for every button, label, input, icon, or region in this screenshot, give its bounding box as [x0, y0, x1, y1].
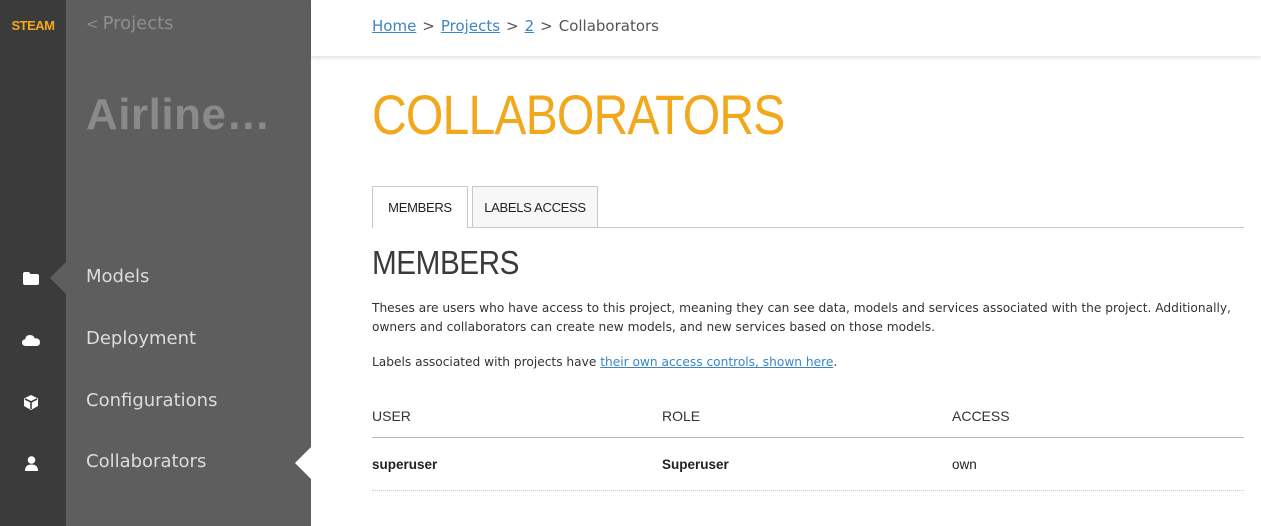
labels-note: Labels associated with projects have the… — [372, 353, 1252, 372]
chevron-left-icon: < — [86, 15, 99, 33]
section-title: MEMBERS — [372, 244, 520, 281]
members-description: Theses are users who have access to this… — [372, 301, 1231, 334]
labels-note-suffix: . — [833, 355, 838, 369]
project-name: AirlineDa... — [86, 90, 301, 139]
members-table: USER ROLE ACCESS superuser Superuser own — [372, 395, 1244, 491]
user-cell: superuser — [372, 457, 438, 472]
labels-note-prefix: Labels associated with projects have — [372, 355, 601, 369]
sidebar-item-label: Configurations — [86, 390, 218, 411]
breadcrumb-projects-link[interactable]: Projects — [441, 17, 500, 35]
breadcrumb-separator: > — [506, 17, 519, 35]
active-indicator-right — [295, 447, 311, 479]
main-content: Home > Projects >2 > Collaborators COLLABORAT… — [311, 0, 1261, 526]
breadcrumb: Home > Projects >2 > Collaborators — [372, 17, 659, 35]
active-indicator-left — [50, 262, 66, 294]
back-link-label: Projects — [102, 13, 174, 34]
cube-icon — [22, 393, 40, 411]
column-header-access: ACCESS — [952, 408, 1010, 424]
sidebar-item-configurations[interactable]: Configurations — [0, 376, 311, 428]
tab-bar: MEMBERS LABELS ACCESS — [372, 186, 1244, 228]
column-header-user: USER — [372, 408, 411, 424]
user-icon — [22, 454, 40, 472]
table-header: USER ROLE ACCESS — [372, 395, 1244, 438]
tab-members[interactable]: MEMBERS — [372, 186, 468, 228]
project-sidebar: < Projects AirlineDa... Models Deployment… — [22, 0, 311, 526]
top-bar: Home > Projects >2 > Collaborators — [311, 0, 1261, 56]
table-row: superuser Superuser own — [372, 438, 1244, 491]
sidebar-item-label: Collaborators — [86, 451, 207, 472]
folder-icon — [22, 269, 40, 287]
page-title: COLLABORATORS — [372, 83, 785, 146]
labels-access-link[interactable]: their own access controls, shown here — [600, 355, 833, 369]
sidebar-item-label: Deployment — [86, 328, 197, 349]
brand-logo[interactable]: STEAM — [0, 0, 66, 50]
breadcrumb-project-link[interactable]: 2 — [525, 17, 535, 35]
tab-labels-access[interactable]: LABELS ACCESS — [472, 186, 598, 227]
sidebar-item-models[interactable]: Models — [0, 252, 311, 304]
breadcrumb-current: Collaborators — [558, 17, 659, 35]
access-cell: own — [952, 457, 977, 472]
back-to-projects-link[interactable]: < Projects — [86, 13, 174, 34]
sidebar-item-label: Models — [86, 266, 150, 287]
breadcrumb-home-link[interactable]: Home — [372, 17, 416, 35]
breadcrumb-separator: > — [422, 17, 435, 35]
breadcrumb-separator: > — [540, 17, 553, 35]
sidebar-item-deployment[interactable]: Deployment — [0, 314, 311, 366]
role-cell: Superuser — [662, 457, 729, 472]
column-header-role: ROLE — [662, 408, 701, 424]
cloud-icon — [22, 331, 40, 349]
sidebar-item-collaborators[interactable]: Collaborators — [0, 437, 311, 489]
